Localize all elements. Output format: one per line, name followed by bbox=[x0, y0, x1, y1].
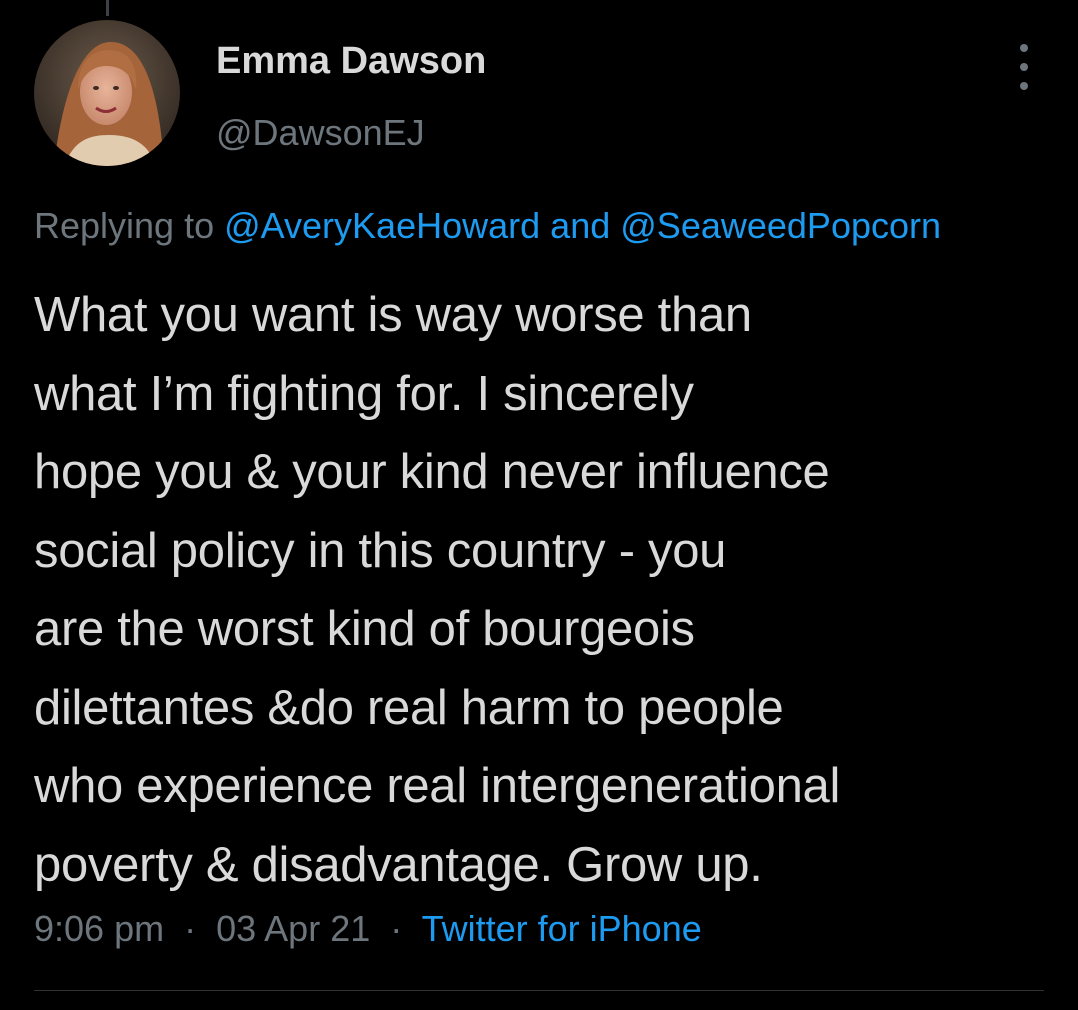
tweet-metadata: 9:06 pm · 03 Apr 21 · Twitter for iPhone bbox=[34, 908, 702, 950]
replying-to-label: Replying to bbox=[34, 205, 215, 246]
tweet-text-line: social policy in this country - you bbox=[34, 523, 727, 578]
tweet-text-line: What you want is way worse than bbox=[34, 288, 752, 342]
more-options-button[interactable] bbox=[1006, 44, 1042, 90]
tweet-text-line: who experience real intergenerational bbox=[34, 759, 841, 813]
meta-separator: · bbox=[390, 908, 403, 949]
meta-separator: · bbox=[184, 908, 197, 949]
replying-to: Replying to @AveryKaeHoward and @Seaweed… bbox=[34, 205, 941, 247]
tweet-time[interactable]: 9:06 pm bbox=[34, 908, 164, 949]
tweet-date[interactable]: 03 Apr 21 bbox=[216, 908, 370, 949]
more-vertical-icon bbox=[1020, 44, 1028, 52]
tweet-text-line: poverty & disadvantage. Grow up. bbox=[34, 837, 763, 892]
divider bbox=[34, 990, 1044, 991]
author-display-name[interactable]: Emma Dawson bbox=[216, 40, 486, 83]
tweet-text-line: dilettantes &do real harm to people bbox=[34, 680, 784, 735]
thread-connector-line bbox=[106, 0, 109, 16]
tweet-text-line: are the worst kind of bourgeois bbox=[34, 602, 695, 656]
mention-link[interactable]: @SeaweedPopcorn bbox=[620, 205, 941, 246]
tweet-text-line: what I’m fighting for. I sincerely bbox=[34, 366, 694, 421]
avatar[interactable] bbox=[34, 20, 180, 166]
tweet-source-link[interactable]: Twitter for iPhone bbox=[422, 908, 702, 949]
mention-link[interactable]: @AveryKaeHoward bbox=[224, 205, 540, 246]
tweet-text-line: hope you & your kind never influence bbox=[34, 445, 830, 499]
replying-to-conjunction[interactable]: and bbox=[550, 205, 610, 246]
tweet-text: What you want is way worse than what I’m… bbox=[34, 276, 1064, 904]
author-handle[interactable]: @DawsonEJ bbox=[216, 112, 425, 154]
avatar-image bbox=[34, 20, 180, 166]
more-vertical-icon-dot bbox=[1020, 63, 1028, 71]
more-vertical-icon-dot bbox=[1020, 82, 1028, 90]
